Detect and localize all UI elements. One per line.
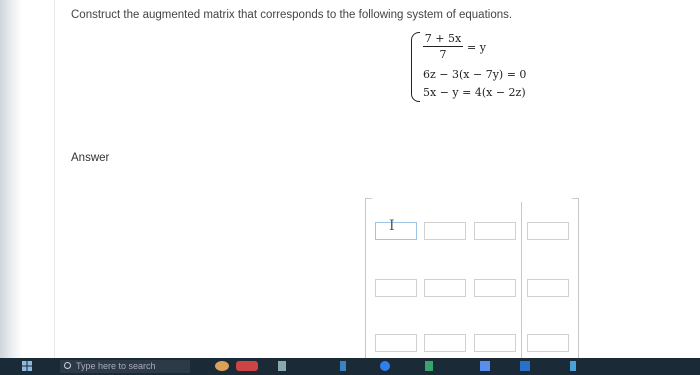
equation-3: 5x − y = 4(x − 2z) <box>423 86 526 99</box>
fraction-numerator: 7 + 5x <box>424 32 462 45</box>
taskbar-app-icon[interactable] <box>278 361 286 371</box>
matrix-cell-r3c1[interactable] <box>375 334 417 352</box>
matrix-cell-r1c4[interactable] <box>527 222 569 240</box>
augmented-matrix: I <box>365 198 579 360</box>
search-icon <box>64 362 71 369</box>
taskbar-app-icon[interactable] <box>570 361 576 371</box>
equation-system: 7 + 5x 7 = y 6z − 3(x − 7y) = 0 5x − y =… <box>411 32 561 104</box>
taskbar-app-icon[interactable] <box>340 361 346 371</box>
question-prompt: Construct the augmented matrix that corr… <box>71 9 513 21</box>
matrix-right-bracket <box>572 198 579 360</box>
fraction-bar <box>423 46 463 47</box>
matrix-left-bracket <box>365 198 372 360</box>
question-card: Construct the augmented matrix that corr… <box>54 0 700 360</box>
text-cursor-icon: I <box>389 218 395 234</box>
taskbar-app-icon[interactable] <box>380 361 390 371</box>
taskbar-app-icon[interactable] <box>425 361 433 371</box>
augmented-divider <box>521 202 522 358</box>
search-placeholder: Type here to search <box>76 361 156 371</box>
matrix-cell-r3c2[interactable] <box>424 334 466 352</box>
matrix-cell-r3c4[interactable] <box>527 334 569 352</box>
matrix-cell-r1c3[interactable] <box>474 222 516 240</box>
system-brace <box>411 32 420 102</box>
matrix-cell-r3c3[interactable] <box>474 334 516 352</box>
taskbar-app-icon[interactable] <box>480 361 490 371</box>
taskbar: Type here to search <box>0 358 700 375</box>
matrix-cell-r2c2[interactable] <box>424 279 466 297</box>
background-edge <box>0 0 22 375</box>
taskbar-app-icon[interactable] <box>236 361 258 371</box>
equation-2: 6z − 3(x − 7y) = 0 <box>423 68 527 81</box>
fraction-denominator: 7 <box>439 48 447 61</box>
fraction: 7 + 5x 7 <box>423 32 463 61</box>
taskbar-app-icon[interactable] <box>520 361 530 371</box>
answer-label: Answer <box>71 152 110 164</box>
matrix-cell-r2c3[interactable] <box>474 279 516 297</box>
equation-1-rhs: = y <box>467 41 486 54</box>
matrix-cell-r1c1[interactable] <box>375 222 417 240</box>
taskbar-app-icon[interactable] <box>215 361 229 371</box>
taskbar-search[interactable]: Type here to search <box>60 360 190 373</box>
matrix-cell-r1c2[interactable] <box>424 222 466 240</box>
windows-start-icon[interactable] <box>22 361 32 371</box>
matrix-cell-r2c1[interactable] <box>375 279 417 297</box>
matrix-cell-r2c4[interactable] <box>527 279 569 297</box>
